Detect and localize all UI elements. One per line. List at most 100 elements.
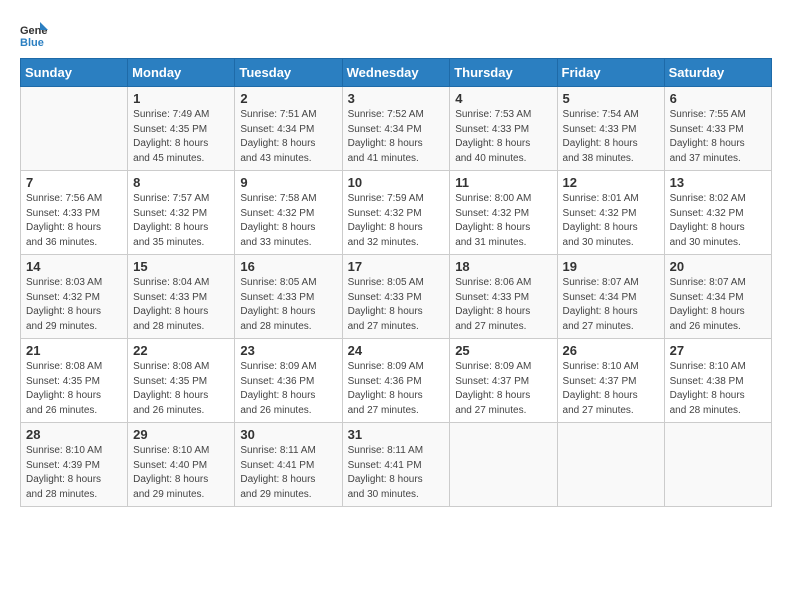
day-info: Sunrise: 8:10 AM Sunset: 4:39 PM Dayligh… [26, 444, 122, 502]
day-cell: 21 Sunrise: 8:08 AM Sunset: 4:35 PM Dayli… [21, 339, 128, 423]
day-number: 19 [563, 259, 659, 274]
day-cell: 27 Sunrise: 8:10 AM Sunset: 4:38 PM Dayli… [664, 339, 771, 423]
day-number: 14 [26, 259, 122, 274]
day-info: Sunrise: 8:05 AM Sunset: 4:33 PM Dayligh… [240, 276, 336, 334]
day-number: 9 [240, 175, 336, 190]
svg-text:Blue: Blue [20, 37, 44, 48]
day-info: Sunrise: 7:53 AM Sunset: 4:33 PM Dayligh… [455, 108, 551, 166]
day-info: Sunrise: 8:03 AM Sunset: 4:32 PM Dayligh… [26, 276, 122, 334]
day-number: 26 [563, 343, 659, 358]
day-number: 23 [240, 343, 336, 358]
day-cell: 3 Sunrise: 7:52 AM Sunset: 4:34 PM Daylig… [342, 87, 450, 171]
day-info: Sunrise: 7:52 AM Sunset: 4:34 PM Dayligh… [348, 108, 445, 166]
day-number: 24 [348, 343, 445, 358]
day-number: 28 [26, 427, 122, 442]
day-info: Sunrise: 8:11 AM Sunset: 4:41 PM Dayligh… [348, 444, 445, 502]
day-number: 5 [563, 91, 659, 106]
day-info: Sunrise: 7:54 AM Sunset: 4:33 PM Dayligh… [563, 108, 659, 166]
day-cell: 25 Sunrise: 8:09 AM Sunset: 4:37 PM Dayli… [450, 339, 557, 423]
day-info: Sunrise: 8:10 AM Sunset: 4:40 PM Dayligh… [133, 444, 229, 502]
week-row-4: 21 Sunrise: 8:08 AM Sunset: 4:35 PM Dayli… [21, 339, 772, 423]
day-cell [557, 423, 664, 507]
week-row-2: 7 Sunrise: 7:56 AM Sunset: 4:33 PM Daylig… [21, 171, 772, 255]
day-cell: 28 Sunrise: 8:10 AM Sunset: 4:39 PM Dayli… [21, 423, 128, 507]
day-number: 15 [133, 259, 229, 274]
day-cell: 31 Sunrise: 8:11 AM Sunset: 4:41 PM Dayli… [342, 423, 450, 507]
day-number: 8 [133, 175, 229, 190]
day-info: Sunrise: 8:10 AM Sunset: 4:38 PM Dayligh… [670, 360, 766, 418]
day-number: 31 [348, 427, 445, 442]
day-cell: 22Sunrise: 8:08 AM Sunset: 4:35 PM Dayli… [128, 339, 235, 423]
day-cell: 15 Sunrise: 8:04 AM Sunset: 4:33 PM Dayli… [128, 255, 235, 339]
day-info: Sunrise: 8:09 AM Sunset: 4:36 PM Dayligh… [348, 360, 445, 418]
day-cell: 7 Sunrise: 7:56 AM Sunset: 4:33 PM Daylig… [21, 171, 128, 255]
day-info: Sunrise: 8:10 AM Sunset: 4:37 PM Dayligh… [563, 360, 659, 418]
day-number: 6 [670, 91, 766, 106]
day-cell: 24 Sunrise: 8:09 AM Sunset: 4:36 PM Dayli… [342, 339, 450, 423]
day-cell [21, 87, 128, 171]
day-number: 3 [348, 91, 445, 106]
day-cell [450, 423, 557, 507]
day-number: 4 [455, 91, 551, 106]
day-cell: 12 Sunrise: 8:01 AM Sunset: 4:32 PM Dayli… [557, 171, 664, 255]
day-cell: 2 Sunrise: 7:51 AM Sunset: 4:34 PM Daylig… [235, 87, 342, 171]
day-info: Sunrise: 8:06 AM Sunset: 4:33 PM Dayligh… [455, 276, 551, 334]
day-number: 27 [670, 343, 766, 358]
header-row: SundayMondayTuesdayWednesdayThursdayFrid… [21, 59, 772, 87]
day-cell: 5 Sunrise: 7:54 AM Sunset: 4:33 PM Daylig… [557, 87, 664, 171]
day-info: Sunrise: 8:11 AM Sunset: 4:41 PM Dayligh… [240, 444, 336, 502]
day-cell: 1 Sunrise: 7:49 AM Sunset: 4:35 PM Daylig… [128, 87, 235, 171]
day-number: 1 [133, 91, 229, 106]
day-cell: 6Sunrise: 7:55 AM Sunset: 4:33 PM Daylig… [664, 87, 771, 171]
day-info: Sunrise: 7:58 AM Sunset: 4:32 PM Dayligh… [240, 192, 336, 250]
day-cell: 9 Sunrise: 7:58 AM Sunset: 4:32 PM Daylig… [235, 171, 342, 255]
logo: General Blue [20, 20, 52, 48]
day-cell: 18Sunrise: 8:06 AM Sunset: 4:33 PM Dayli… [450, 255, 557, 339]
day-number: 11 [455, 175, 551, 190]
day-cell: 20 Sunrise: 8:07 AM Sunset: 4:34 PM Dayli… [664, 255, 771, 339]
day-number: 25 [455, 343, 551, 358]
week-row-3: 14 Sunrise: 8:03 AM Sunset: 4:32 PM Dayli… [21, 255, 772, 339]
header-cell-friday: Friday [557, 59, 664, 87]
day-number: 16 [240, 259, 336, 274]
header-cell-sunday: Sunday [21, 59, 128, 87]
day-info: Sunrise: 8:01 AM Sunset: 4:32 PM Dayligh… [563, 192, 659, 250]
day-info: Sunrise: 7:56 AM Sunset: 4:33 PM Dayligh… [26, 192, 122, 250]
day-cell: 17Sunrise: 8:05 AM Sunset: 4:33 PM Dayli… [342, 255, 450, 339]
header-cell-thursday: Thursday [450, 59, 557, 87]
logo-icon: General Blue [20, 20, 48, 48]
day-info: Sunrise: 8:05 AM Sunset: 4:33 PM Dayligh… [348, 276, 445, 334]
day-cell: 11 Sunrise: 8:00 AM Sunset: 4:32 PM Dayli… [450, 171, 557, 255]
day-cell: 30Sunrise: 8:11 AM Sunset: 4:41 PM Dayli… [235, 423, 342, 507]
day-info: Sunrise: 8:02 AM Sunset: 4:32 PM Dayligh… [670, 192, 766, 250]
day-info: Sunrise: 8:08 AM Sunset: 4:35 PM Dayligh… [133, 360, 229, 418]
day-cell: 8 Sunrise: 7:57 AM Sunset: 4:32 PM Daylig… [128, 171, 235, 255]
day-info: Sunrise: 7:51 AM Sunset: 4:34 PM Dayligh… [240, 108, 336, 166]
day-number: 21 [26, 343, 122, 358]
header-cell-tuesday: Tuesday [235, 59, 342, 87]
day-cell: 29Sunrise: 8:10 AM Sunset: 4:40 PM Dayli… [128, 423, 235, 507]
day-info: Sunrise: 8:08 AM Sunset: 4:35 PM Dayligh… [26, 360, 122, 418]
day-info: Sunrise: 8:04 AM Sunset: 4:33 PM Dayligh… [133, 276, 229, 334]
day-cell: 23 Sunrise: 8:09 AM Sunset: 4:36 PM Dayli… [235, 339, 342, 423]
day-cell: 26 Sunrise: 8:10 AM Sunset: 4:37 PM Dayli… [557, 339, 664, 423]
day-number: 7 [26, 175, 122, 190]
day-info: Sunrise: 7:57 AM Sunset: 4:32 PM Dayligh… [133, 192, 229, 250]
day-cell: 16 Sunrise: 8:05 AM Sunset: 4:33 PM Dayli… [235, 255, 342, 339]
day-info: Sunrise: 8:09 AM Sunset: 4:36 PM Dayligh… [240, 360, 336, 418]
day-info: Sunrise: 8:07 AM Sunset: 4:34 PM Dayligh… [670, 276, 766, 334]
day-number: 12 [563, 175, 659, 190]
day-cell: 14 Sunrise: 8:03 AM Sunset: 4:32 PM Dayli… [21, 255, 128, 339]
day-cell: 13 Sunrise: 8:02 AM Sunset: 4:32 PM Dayli… [664, 171, 771, 255]
day-number: 13 [670, 175, 766, 190]
day-number: 2 [240, 91, 336, 106]
header-cell-saturday: Saturday [664, 59, 771, 87]
day-info: Sunrise: 8:00 AM Sunset: 4:32 PM Dayligh… [455, 192, 551, 250]
week-row-1: 1 Sunrise: 7:49 AM Sunset: 4:35 PM Daylig… [21, 87, 772, 171]
day-cell [664, 423, 771, 507]
week-row-5: 28 Sunrise: 8:10 AM Sunset: 4:39 PM Dayli… [21, 423, 772, 507]
day-info: Sunrise: 8:09 AM Sunset: 4:37 PM Dayligh… [455, 360, 551, 418]
day-info: Sunrise: 7:49 AM Sunset: 4:35 PM Dayligh… [133, 108, 229, 166]
day-info: Sunrise: 8:07 AM Sunset: 4:34 PM Dayligh… [563, 276, 659, 334]
day-number: 20 [670, 259, 766, 274]
